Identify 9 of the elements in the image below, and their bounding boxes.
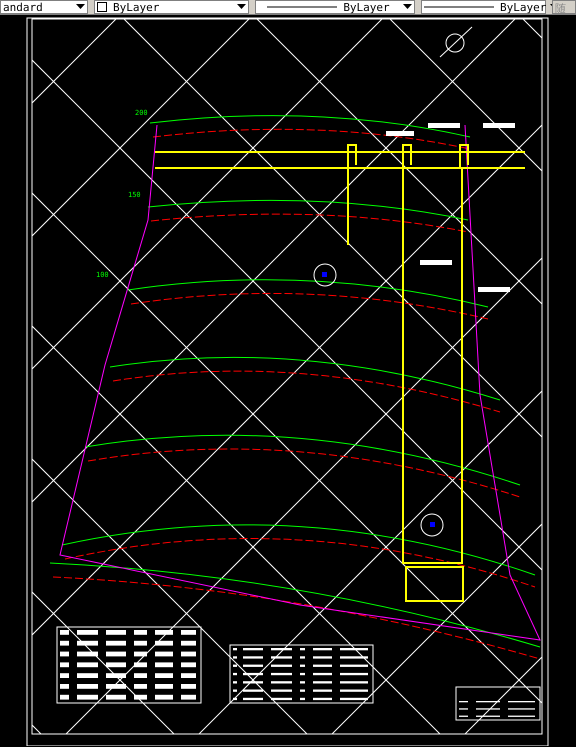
- layer-property-dropdown[interactable]: ByLayer: [94, 0, 249, 14]
- line-sample-icon: [267, 6, 338, 8]
- color-swatch-icon: [97, 2, 107, 12]
- layer-property-dropdown[interactable]: andard: [0, 0, 88, 14]
- caret-icon: [403, 4, 412, 10]
- caret-icon: [237, 4, 246, 10]
- layer-property-dropdown[interactable]: ByLayer: [255, 0, 415, 14]
- caret-icon: [76, 4, 85, 10]
- line-sample-icon: [424, 6, 494, 8]
